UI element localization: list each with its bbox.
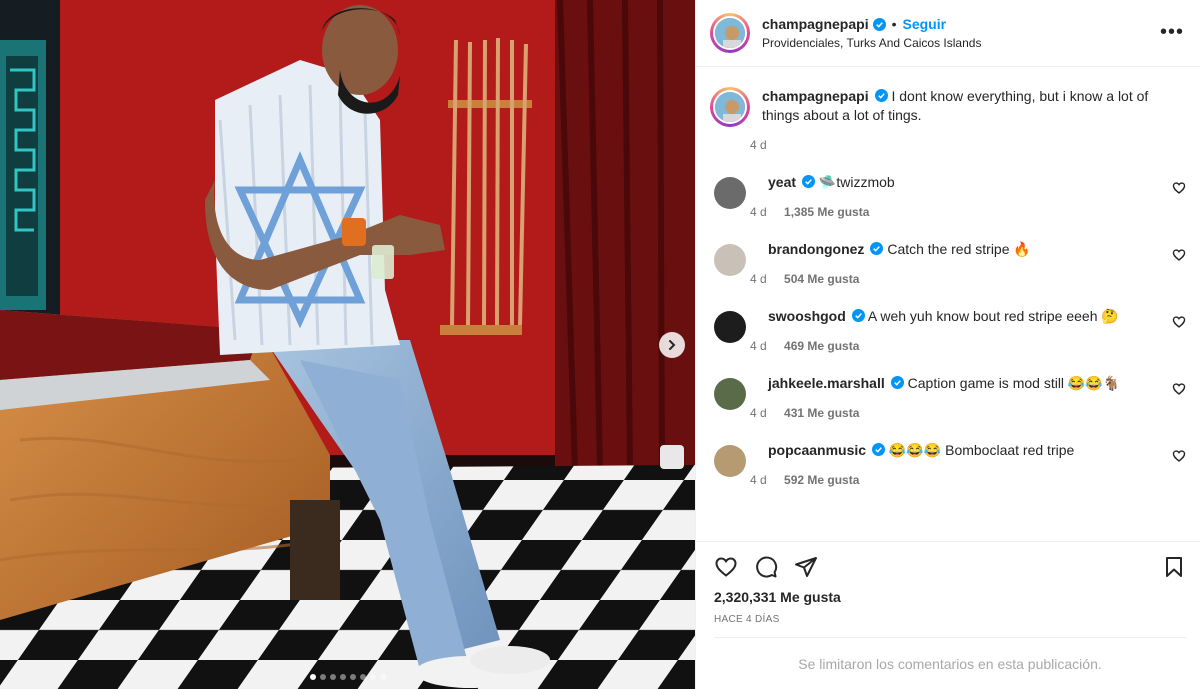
photo-scene xyxy=(0,0,695,689)
comment-meta: 4 d 1,385 Me gusta xyxy=(750,205,1148,219)
carousel-dot[interactable] xyxy=(379,674,386,680)
bookmark-icon[interactable] xyxy=(1162,555,1186,579)
verified-badge-icon xyxy=(851,309,865,322)
verified-badge-icon xyxy=(874,89,888,102)
carousel-dot[interactable] xyxy=(369,674,376,680)
commenter-username[interactable]: brandongonez xyxy=(768,241,864,257)
carousel-dot[interactable] xyxy=(319,674,326,680)
caption-username[interactable]: champagnepapi xyxy=(762,88,869,104)
chevron-right-icon xyxy=(669,340,676,350)
heart-icon[interactable] xyxy=(714,555,738,579)
author-photo-icon xyxy=(715,92,745,122)
comment-likes[interactable]: 469 Me gusta xyxy=(784,339,859,353)
comment-likes[interactable]: 1,385 Me gusta xyxy=(784,205,869,219)
author-username[interactable]: champagnepapi xyxy=(762,16,869,32)
comments-list[interactable]: champagnepapi I dont know everything, bu… xyxy=(696,67,1200,541)
comment-age[interactable]: 4 d xyxy=(750,272,767,286)
comment-row: yeat 🛸twizzmob 4 d 1,385 Me gusta xyxy=(710,173,1186,219)
comment-meta: 4 d 431 Me gusta xyxy=(750,406,1148,420)
verified-badge-icon xyxy=(802,175,816,188)
comment-age[interactable]: 4 d xyxy=(750,406,767,420)
commenter-username[interactable]: swooshgod xyxy=(768,308,846,324)
post-caption: champagnepapi I dont know everything, bu… xyxy=(710,87,1186,152)
comment-age[interactable]: 4 d xyxy=(750,473,767,487)
commenter-avatar[interactable] xyxy=(710,240,750,280)
commenter-username[interactable]: yeat xyxy=(768,174,796,190)
comment-like-heart-icon[interactable] xyxy=(1172,315,1186,329)
commenter-avatar[interactable] xyxy=(710,374,750,414)
caption-avatar[interactable] xyxy=(710,87,750,127)
post-photo[interactable] xyxy=(0,0,695,689)
comment-age[interactable]: 4 d xyxy=(750,339,767,353)
verified-badge-icon xyxy=(870,242,884,255)
comment-likes[interactable]: 592 Me gusta xyxy=(784,473,859,487)
commenter-avatar[interactable] xyxy=(710,441,750,481)
carousel-dot[interactable] xyxy=(329,674,336,680)
comment-text: Caption game is mod still 😂😂🐐 xyxy=(907,375,1121,391)
comment-text: 😂😂😂 Bomboclaat red tripe xyxy=(888,442,1075,458)
share-icon[interactable] xyxy=(794,555,818,579)
carousel-dot[interactable] xyxy=(309,674,316,680)
comment-age[interactable]: 4 d xyxy=(750,205,767,219)
post-location[interactable]: Providenciales, Turks And Caicos Islands xyxy=(762,36,981,50)
comment-text: A weh yuh know bout red stripe eeeh 🤔 xyxy=(867,308,1119,324)
comment-text: 🛸twizzmob xyxy=(818,174,895,190)
verified-badge-icon xyxy=(890,376,904,389)
commenter-avatar[interactable] xyxy=(710,173,750,213)
comment-meta: 4 d 504 Me gusta xyxy=(750,272,1148,286)
commenter-avatar[interactable] xyxy=(710,307,750,347)
more-options-icon[interactable]: ••• xyxy=(1160,22,1184,42)
comment-meta: 4 d 592 Me gusta xyxy=(750,473,1148,487)
next-photo-button[interactable] xyxy=(659,332,685,358)
comment-likes[interactable]: 431 Me gusta xyxy=(784,406,859,420)
post-actions: 2,320,331 Me gusta HACE 4 DÍAS Se limita… xyxy=(696,541,1200,689)
comment-likes[interactable]: 504 Me gusta xyxy=(784,272,859,286)
comment-like-heart-icon[interactable] xyxy=(1172,382,1186,396)
carousel-dots xyxy=(0,674,695,680)
comments-limited-notice: Se limitaron los comentarios en esta pub… xyxy=(714,637,1186,689)
comment-text: Catch the red stripe 🔥 xyxy=(887,241,1031,257)
comment-meta: 4 d 469 Me gusta xyxy=(750,339,1148,353)
comment-row: jahkeele.marshall Caption game is mod st… xyxy=(710,374,1186,420)
carousel-dot[interactable] xyxy=(349,674,356,680)
comment-row: brandongonez Catch the red stripe 🔥 4 d … xyxy=(710,240,1186,286)
verified-badge-icon xyxy=(872,443,886,456)
comment-like-heart-icon[interactable] xyxy=(1172,248,1186,262)
comment-row: swooshgod A weh yuh know bout red stripe… xyxy=(710,307,1186,353)
comment-icon[interactable] xyxy=(754,555,778,579)
commenter-username[interactable]: popcaanmusic xyxy=(768,442,866,458)
caption-meta: 4 d xyxy=(750,138,1172,152)
posted-ago: HACE 4 DÍAS xyxy=(714,614,780,625)
carousel-dot[interactable] xyxy=(339,674,346,680)
follow-button[interactable]: Seguir xyxy=(903,16,947,32)
verified-badge-icon xyxy=(872,17,886,31)
commenter-username[interactable]: jahkeele.marshall xyxy=(768,375,885,391)
carousel-dot[interactable] xyxy=(359,674,366,680)
post-side-panel: champagnepapi • Seguir Providenciales, T… xyxy=(695,0,1200,689)
header-separator: • xyxy=(891,16,897,32)
author-photo-icon xyxy=(715,18,745,48)
author-avatar[interactable] xyxy=(710,13,750,53)
post-header: champagnepapi • Seguir Providenciales, T… xyxy=(696,0,1200,67)
caption-age[interactable]: 4 d xyxy=(750,138,767,152)
comment-like-heart-icon[interactable] xyxy=(1172,181,1186,195)
comment-like-heart-icon[interactable] xyxy=(1172,449,1186,463)
comment-row: popcaanmusic 😂😂😂 Bomboclaat red tripe 4 … xyxy=(710,441,1186,487)
likes-count[interactable]: 2,320,331 Me gusta xyxy=(714,589,1186,605)
